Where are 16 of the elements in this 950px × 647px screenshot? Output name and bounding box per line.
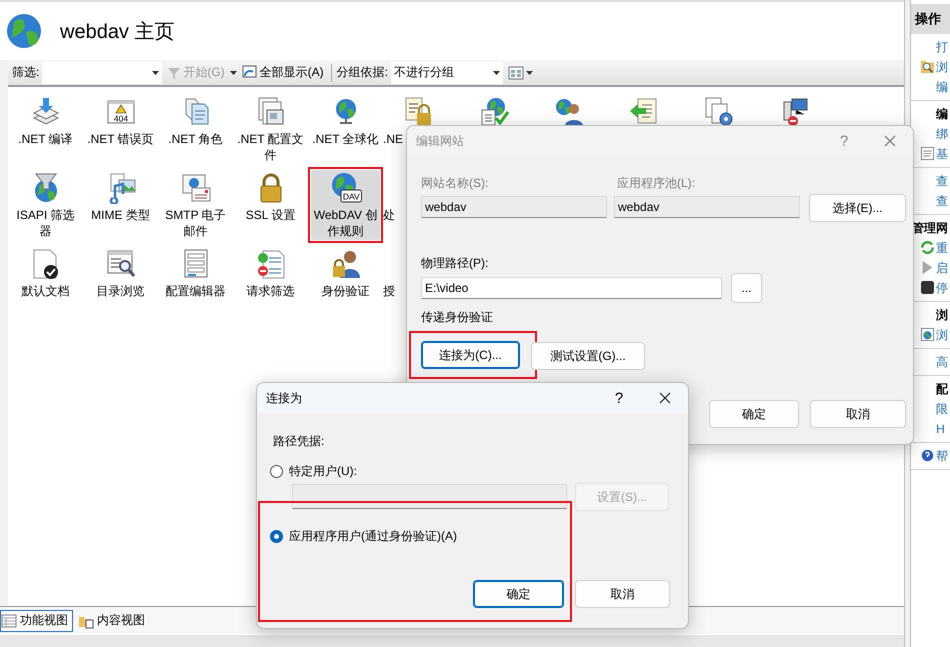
error-code: 404 — [113, 114, 128, 124]
action-heading: 编 — [936, 106, 948, 122]
group-by-label: 分组依据: — [336, 64, 388, 81]
dialog-title: 编辑网站 — [416, 132, 465, 150]
section-label: 路径凭据: — [273, 433, 324, 450]
section-label: 传递身份验证 — [421, 309, 493, 326]
field-label: 应用程序池(L): — [617, 175, 695, 192]
action-heading: 配 — [936, 380, 948, 398]
field-label: 物理路径(P): — [421, 255, 488, 272]
dialog-title: 连接为 — [266, 390, 303, 406]
page-title: webdav 主页 — [60, 20, 174, 44]
filter-label: 筛选: — [12, 64, 40, 81]
label-tag: DAV — [340, 190, 362, 202]
action-heading: 浏 — [936, 306, 948, 324]
actions-title: 操作 — [911, 4, 950, 34]
field-label: 网站名称(S): — [421, 175, 488, 192]
